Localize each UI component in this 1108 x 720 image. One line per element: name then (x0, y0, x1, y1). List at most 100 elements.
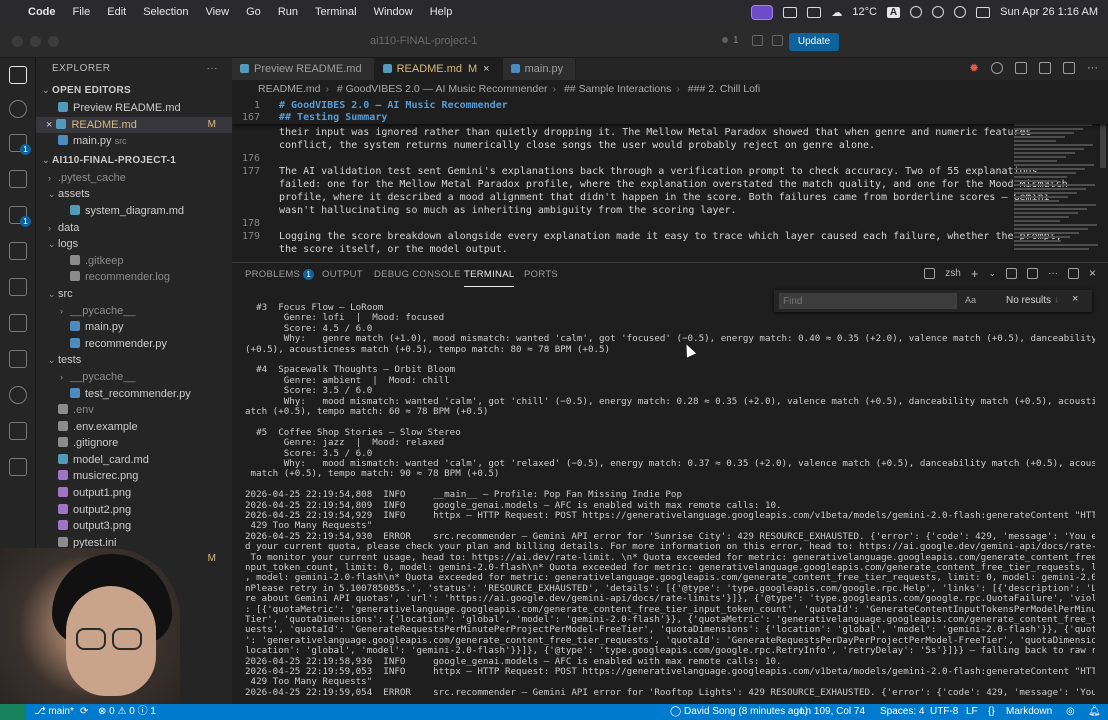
tree-file[interactable]: test_recommender.py (36, 386, 232, 403)
tab-terminal[interactable]: TERMINAL (464, 263, 515, 287)
tree-file[interactable]: .gitkeep (36, 253, 232, 270)
tree-file[interactable]: .env (36, 402, 232, 419)
menu-run[interactable]: Run (278, 6, 298, 18)
menu-window[interactable]: Window (374, 6, 413, 18)
tree-folder[interactable]: › .pytest_cache (36, 170, 232, 187)
breadcrumb-item[interactable]: README.md (258, 83, 320, 95)
editor-line[interactable]: failed: one for the Mellow Metal Paradox… (232, 178, 1068, 191)
open-changes-icon[interactable] (1015, 62, 1027, 74)
menu-help[interactable]: Help (430, 6, 453, 18)
containers-icon[interactable] (9, 314, 27, 332)
tab-problems[interactable]: PROBLEMS 1 (245, 263, 315, 287)
git-blame[interactable]: ◯ David Song (8 minutes ago) (670, 704, 808, 720)
preview-side-icon[interactable] (1039, 62, 1051, 74)
github-actions-icon[interactable] (9, 350, 27, 368)
open-editor-item[interactable]: × README.md M (36, 116, 232, 134)
control-center-icon[interactable] (954, 6, 967, 18)
open-editors-section[interactable]: ⌄ OPEN EDITORS (36, 80, 232, 100)
language-mode[interactable]: Markdown (1006, 704, 1052, 720)
screen-recording-icon[interactable] (751, 4, 774, 20)
shell-name[interactable]: zsh (945, 268, 961, 279)
tree-file[interactable]: output3.png (36, 518, 232, 535)
pages-icon[interactable] (9, 458, 27, 476)
language-braces-icon[interactable]: {} (988, 704, 995, 720)
menu-go[interactable]: Go (246, 6, 261, 18)
more-actions-icon[interactable]: ··· (1048, 268, 1058, 279)
editor-line[interactable]: profile, where it described a mood align… (232, 191, 1050, 204)
editor-line[interactable]: 179 Logging the score breakdown alongside… (232, 230, 1062, 243)
tree-file[interactable]: recommender.py (36, 336, 232, 353)
remote-explorer-icon[interactable] (9, 242, 27, 260)
editor-line[interactable]: 176 (232, 152, 1012, 165)
maximize-panel-icon[interactable] (1067, 268, 1079, 279)
tree-file[interactable]: main.py (36, 319, 232, 336)
testing-icon[interactable] (9, 278, 27, 296)
notification-indicator[interactable]: 1 (722, 35, 739, 46)
editor-line[interactable]: conflict, the system returns numerically… (232, 139, 1012, 152)
menu-clock[interactable]: Sun Apr 26 1:16 AM (1000, 6, 1098, 18)
tree-folder[interactable]: › data (36, 220, 232, 237)
tree-folder[interactable]: ⌄ tests (36, 352, 232, 369)
editor-line[interactable]: wasn't hallucinating so much as inheriti… (232, 204, 1012, 217)
editor-line[interactable]: 177 The AI validation test sent Gemini's … (232, 165, 1038, 178)
tab-preview-readme[interactable]: Preview README.md (232, 58, 375, 80)
new-terminal-icon[interactable]: + (971, 267, 979, 280)
cursor-position[interactable]: Ln 109, Col 74 (800, 704, 865, 720)
close-icon[interactable]: × (1072, 293, 1078, 305)
copilot-status-icon[interactable]: ◎ (1066, 704, 1075, 720)
terminal-output[interactable]: #3 Focus Flow — LoRoom Genre: lofi | Moo… (245, 303, 1095, 703)
markdown-editor[interactable]: 1 # GoodVIBES 2.0 — AI Music Recommender … (232, 98, 1108, 262)
bug-icon[interactable]: ✹ (969, 62, 979, 74)
tree-folder[interactable]: › __pycache__ (36, 369, 232, 386)
more-actions-icon[interactable]: ··· (1087, 62, 1098, 74)
close-icon[interactable]: × (46, 119, 52, 131)
tab-ports[interactable]: PORTS (524, 263, 558, 287)
breadcrumb-item[interactable]: # GoodVIBES 2.0 — AI Music Recommender (337, 83, 548, 95)
match-case-toggle[interactable]: Aa (965, 295, 976, 305)
tree-folder[interactable]: ⌄ assets (36, 186, 232, 203)
tree-file[interactable]: system_diagram.md (36, 203, 232, 220)
indentation[interactable]: Spaces: 4 (880, 704, 924, 720)
run-debug-icon[interactable] (9, 170, 27, 188)
previous-match-icon[interactable]: ↑ (1040, 294, 1045, 305)
breadcrumb-item[interactable]: ## Sample Interactions (564, 83, 671, 95)
minimize-window-button[interactable] (30, 36, 41, 47)
weather-temperature[interactable]: 12°C (852, 6, 877, 18)
search-icon[interactable] (9, 100, 27, 118)
screen-capture-icon[interactable] (807, 6, 822, 18)
tab-main-py[interactable]: main.py (502, 58, 577, 80)
minimap[interactable] (1014, 100, 1100, 260)
sticky-scroll-header[interactable]: 1 # GoodVIBES 2.0 — AI Music Recommender … (232, 98, 1108, 124)
tab-debug-console[interactable]: DEBUG CONSOLE (374, 263, 461, 287)
close-icon[interactable]: × (483, 63, 489, 75)
play-icon[interactable] (932, 6, 945, 18)
encoding[interactable]: UTF-8 (930, 704, 958, 720)
open-editor-item[interactable]: main.py src (36, 133, 232, 150)
panel-layout-icon[interactable] (772, 35, 783, 46)
menu-app-name[interactable]: Code (28, 6, 56, 18)
menu-selection[interactable]: Selection (143, 6, 188, 18)
tree-file[interactable]: recommender.log (36, 269, 232, 286)
copilot-icon[interactable] (991, 62, 1003, 74)
sticky-line[interactable]: 167 ## Testing Summary (232, 111, 1012, 124)
notifications-bell-icon[interactable]: 🔔︎ (1088, 704, 1101, 720)
line-endings[interactable]: LF (966, 704, 978, 720)
explorer-more-icon[interactable]: ··· (207, 58, 219, 80)
next-match-icon[interactable]: ↓ (1054, 294, 1059, 305)
menu-terminal[interactable]: Terminal (315, 6, 357, 18)
chat-icon[interactable] (9, 422, 27, 440)
menu-edit[interactable]: Edit (107, 6, 126, 18)
bluetooth-icon[interactable] (910, 6, 923, 18)
tab-readme[interactable]: README.md M × (374, 58, 503, 80)
tree-folder[interactable]: ⌄ logs (36, 236, 232, 253)
tree-folder[interactable]: ⌄ src (36, 286, 232, 303)
tab-output[interactable]: OUTPUT (322, 263, 363, 287)
close-window-button[interactable] (12, 36, 23, 47)
tree-file[interactable]: .env.example (36, 419, 232, 436)
editor-line[interactable]: the score itself, or the model output. (232, 243, 1012, 256)
branch-indicator[interactable]: ⎇ main* (34, 704, 74, 720)
tree-file[interactable]: musicrec.png (36, 468, 232, 485)
split-terminal-icon[interactable] (1005, 268, 1017, 279)
breadcrumb-item[interactable]: ### 2. Chill Lofi (688, 83, 760, 95)
trash-icon[interactable] (1026, 268, 1038, 279)
